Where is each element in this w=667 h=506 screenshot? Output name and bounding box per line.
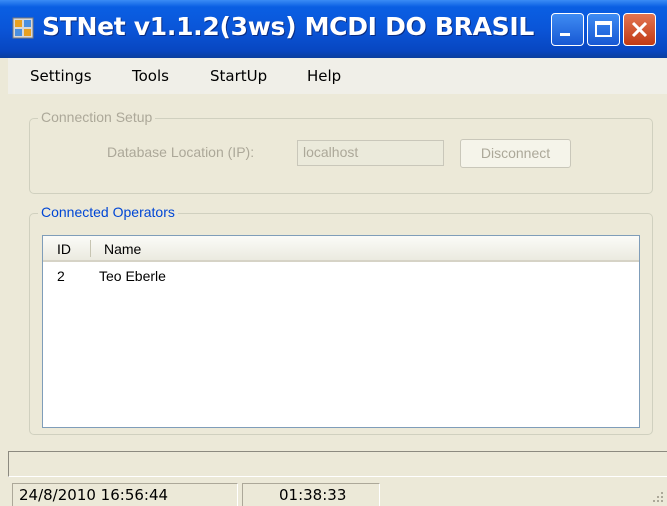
database-location-input[interactable]: localhost (297, 140, 444, 166)
status-elapsed: 01:38:33 (242, 483, 380, 506)
maximize-icon (595, 21, 612, 37)
close-icon (631, 21, 648, 38)
maximize-button[interactable] (587, 13, 620, 46)
menu-bar: Settings Tools StartUp Help (8, 58, 667, 94)
operator-row-name[interactable]: Teo Eberle (99, 268, 166, 284)
status-strip (8, 451, 667, 477)
minimize-button[interactable] (551, 13, 584, 46)
menu-tools[interactable]: Tools (132, 67, 169, 85)
resize-grip-icon[interactable] (652, 491, 664, 503)
minimize-icon (560, 33, 570, 36)
operators-list[interactable]: ID Name 2 Teo Eberle (42, 235, 640, 428)
column-header-name[interactable]: Name (104, 241, 141, 257)
column-header-id[interactable]: ID (57, 241, 71, 257)
menu-startup[interactable]: StartUp (210, 67, 267, 85)
database-location-label: Database Location (IP): (107, 144, 255, 160)
status-bar: 24/8/2010 16:56:44 01:38:33 (8, 480, 667, 506)
connection-setup-title: Connection Setup (38, 109, 156, 125)
menu-settings[interactable]: Settings (30, 67, 92, 85)
column-divider[interactable] (90, 240, 91, 257)
operator-row-id[interactable]: 2 (57, 268, 65, 284)
disconnect-button[interactable]: Disconnect (460, 139, 571, 168)
menu-help[interactable]: Help (307, 67, 341, 85)
window-title: STNet v1.1.2(3ws) MCDI DO BRASIL (42, 12, 534, 41)
status-datetime: 24/8/2010 16:56:44 (12, 483, 238, 506)
title-bar[interactable]: STNet v1.1.2(3ws) MCDI DO BRASIL (0, 0, 667, 58)
close-button[interactable] (623, 13, 656, 46)
list-header: ID Name (43, 236, 639, 262)
connected-operators-title: Connected Operators (38, 204, 178, 220)
app-icon (12, 17, 34, 39)
